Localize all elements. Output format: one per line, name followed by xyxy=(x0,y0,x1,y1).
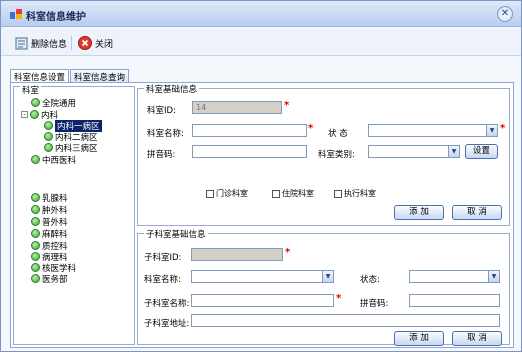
department-icon xyxy=(44,132,53,141)
chevron-down-icon: ▼ xyxy=(488,271,499,282)
tree-node[interactable]: 内科一病区 xyxy=(44,119,102,132)
department-icon xyxy=(31,193,40,202)
sub-cancel-button[interactable]: 取 消 xyxy=(452,331,502,346)
tree-node[interactable]: 全院通用 xyxy=(31,97,76,109)
basic-info-group: 科室基础信息 科室ID: 14 * 科室名称: * 状 态 ▼ * 拼音码: 科… xyxy=(137,83,510,226)
dept-name-field[interactable] xyxy=(192,124,307,137)
department-icon xyxy=(44,121,53,130)
tab-content: 科室 全院通用 - 内科 内科一病区 内科二病区 内科三病区 中西医科 乳腺科 肿… xyxy=(10,82,514,348)
sub-add-button[interactable]: 添 加 xyxy=(394,331,444,346)
status-select[interactable]: ▼ xyxy=(368,124,498,137)
chevron-down-icon: ▼ xyxy=(322,271,333,282)
tree-node[interactable]: 内科三病区 xyxy=(44,142,98,154)
add-button[interactable]: 添 加 xyxy=(394,205,444,220)
required-mark: * xyxy=(308,123,314,134)
required-mark: * xyxy=(284,100,290,111)
delete-info-button[interactable]: 删除信息 xyxy=(15,35,67,51)
tree-node[interactable]: 乳腺科 xyxy=(31,192,68,204)
dept-name-label: 科室名称: xyxy=(147,129,184,139)
tab-strip: 科室信息设置 科室信息查询 xyxy=(10,69,130,83)
chevron-down-icon: ▼ xyxy=(486,125,497,136)
department-icon xyxy=(31,252,40,261)
sub-status-select[interactable]: ▼ xyxy=(409,270,500,283)
window-close-button[interactable]: ✕ xyxy=(497,6,513,22)
tree-node[interactable]: 医务部 xyxy=(31,273,68,285)
checkbox-box xyxy=(334,189,342,198)
tab-dept-settings[interactable]: 科室信息设置 xyxy=(10,69,70,83)
status-label: 状 态 xyxy=(328,129,348,139)
tree-node[interactable]: 肿外科 xyxy=(31,204,68,216)
department-icon xyxy=(31,217,40,226)
department-icon xyxy=(44,143,53,152)
checkbox-box xyxy=(206,189,214,198)
department-icon xyxy=(31,241,40,250)
chevron-down-icon: ▼ xyxy=(448,146,459,157)
toolbar-separator xyxy=(71,36,72,50)
sub-dept-group: 子科室基础信息 子科室ID: * 科室名称: ▼ 状态: ▼ 子科室名称: * … xyxy=(137,228,510,346)
department-tree: 科室 全院通用 - 内科 内科一病区 内科二病区 内科三病区 中西医科 乳腺科 肿… xyxy=(13,84,135,345)
tab-dept-query[interactable]: 科室信息查询 xyxy=(70,69,130,83)
sub-status-label: 状态: xyxy=(360,275,380,285)
checkbox-inpatient[interactable]: 住院科室 xyxy=(272,188,314,199)
delete-info-label: 删除信息 xyxy=(31,39,68,50)
pinyin-field[interactable] xyxy=(192,145,307,158)
tree-node[interactable]: 中西医科 xyxy=(31,154,76,166)
tree-node[interactable]: - 内科 xyxy=(21,109,58,121)
dialog-window: 科室信息维护 ✕ 删除信息 关闭 科室信息设置 科室信息查询 科室 全院通用 -… xyxy=(0,0,522,352)
collapse-toggle-icon[interactable]: - xyxy=(21,111,28,118)
title-bar: 科室信息维护 ✕ xyxy=(1,1,521,27)
required-mark: * xyxy=(336,293,342,304)
department-icon xyxy=(31,229,40,238)
required-mark: * xyxy=(500,123,506,134)
checkbox-box xyxy=(272,189,280,198)
dept-id-field[interactable]: 14 xyxy=(192,101,282,114)
sub-dept-name-label: 科室名称: xyxy=(144,275,181,285)
sub-dept-id-field[interactable] xyxy=(191,248,283,261)
pinyin-label: 拼音码: xyxy=(147,150,176,160)
dept-category-label: 科室类别: xyxy=(318,150,355,160)
sub-address-label: 子科室地址: xyxy=(144,319,190,329)
close-label: 关闭 xyxy=(95,39,114,50)
sub-dept-name-select[interactable]: ▼ xyxy=(191,270,334,283)
sub-address-field[interactable] xyxy=(191,314,500,327)
department-icon xyxy=(30,110,39,119)
toolbar: 删除信息 关闭 xyxy=(1,28,521,56)
dept-id-label: 科室ID: xyxy=(147,106,176,116)
sub-dept-id-label: 子科室ID: xyxy=(144,253,182,263)
department-icon xyxy=(31,205,40,214)
tree-node[interactable]: 质控科 xyxy=(31,240,68,252)
tree-node[interactable]: 内科二病区 xyxy=(44,131,98,143)
dept-category-select[interactable]: ▼ xyxy=(368,145,460,158)
required-mark: * xyxy=(285,247,291,258)
department-icon xyxy=(31,98,40,107)
department-icon xyxy=(31,274,40,283)
window-title: 科室信息维护 xyxy=(26,12,86,23)
sub-dept-fullname-field[interactable] xyxy=(191,294,334,307)
checkbox-outpatient[interactable]: 门诊科室 xyxy=(206,188,248,199)
basic-info-legend: 科室基础信息 xyxy=(144,83,200,95)
checkbox-executing[interactable]: 执行科室 xyxy=(334,188,376,199)
tree-node[interactable]: 麻醉科 xyxy=(31,228,68,240)
department-icon xyxy=(31,263,40,272)
set-button[interactable]: 设置 xyxy=(465,144,498,159)
tree-node[interactable]: 病理科 xyxy=(31,251,68,263)
tree-node[interactable]: 核医学科 xyxy=(31,262,76,274)
delete-icon xyxy=(15,37,28,49)
sub-pinyin-field[interactable] xyxy=(409,294,500,307)
cancel-button[interactable]: 取 消 xyxy=(452,205,502,220)
close-button[interactable]: 关闭 xyxy=(78,35,113,51)
window-app-icon xyxy=(10,9,22,19)
tree-node[interactable]: 普外科 xyxy=(31,216,68,228)
sub-dept-legend: 子科室基础信息 xyxy=(144,228,208,240)
tree-legend: 科室 xyxy=(20,84,42,96)
sub-dept-fullname-label: 子科室名称: xyxy=(144,299,190,309)
close-icon xyxy=(78,36,92,50)
sub-pinyin-label: 拼音码: xyxy=(360,299,389,309)
department-icon xyxy=(31,155,40,164)
